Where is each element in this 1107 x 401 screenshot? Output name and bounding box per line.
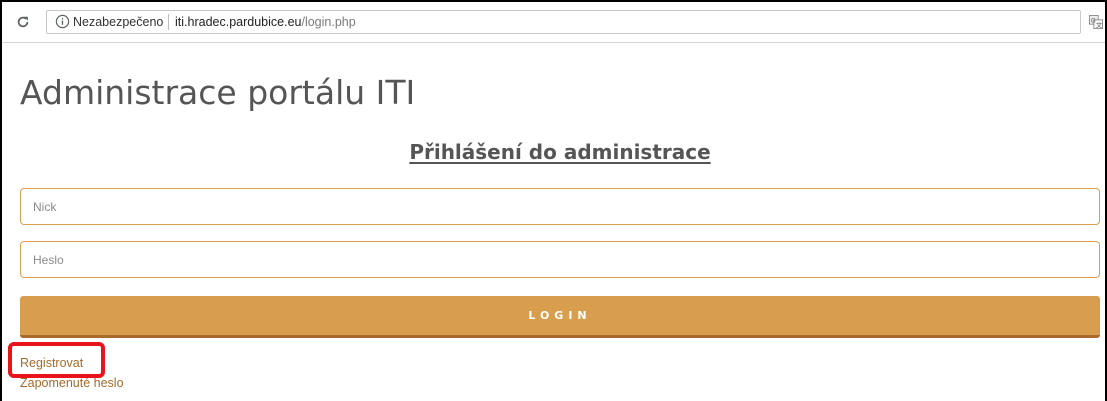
info-icon[interactable] — [55, 14, 70, 29]
url-text[interactable]: iti.hradec.pardubice.eu/login.php — [175, 15, 356, 30]
register-link[interactable]: Registrovat — [20, 356, 83, 371]
url-host: iti.hradec.pardubice.eu — [175, 15, 302, 29]
url-path: /login.php — [301, 15, 356, 29]
forgot-password-link[interactable]: Zapomenuté heslo — [20, 376, 124, 391]
nick-input[interactable] — [20, 188, 1100, 225]
translate-icon[interactable]: G 文 — [1089, 15, 1103, 29]
address-bar[interactable]: Nezabezpečeno iti.hradec.pardubice.eu/lo… — [46, 10, 1081, 34]
security-status-label: Nezabezpečeno — [73, 15, 164, 29]
login-heading: Přihlášení do administrace — [409, 140, 711, 164]
login-button[interactable]: LOGIN — [20, 296, 1100, 338]
omnibox-divider — [168, 14, 169, 30]
svg-text:文: 文 — [1096, 21, 1102, 29]
page-title: Administrace portálu ITI — [20, 73, 416, 112]
password-input[interactable] — [20, 241, 1100, 278]
browser-toolbar: Nezabezpečeno iti.hradec.pardubice.eu/lo… — [2, 2, 1105, 43]
reload-icon[interactable] — [16, 15, 30, 29]
